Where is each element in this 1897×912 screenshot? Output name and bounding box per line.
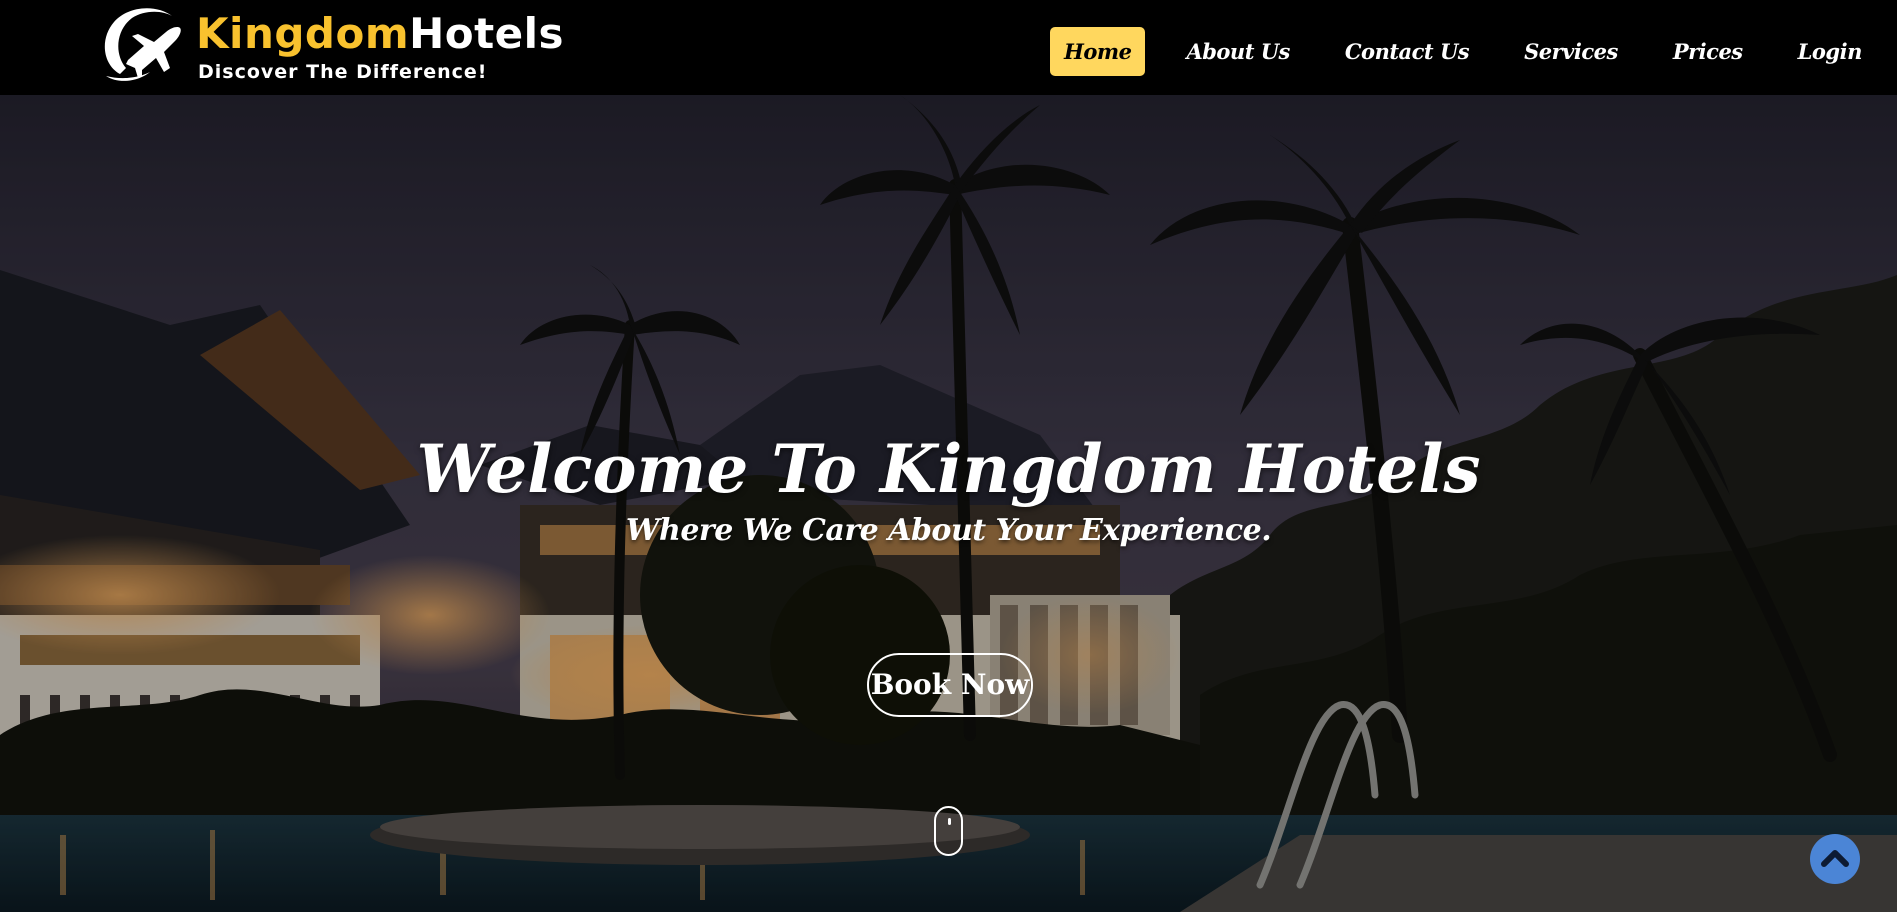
nav-contact-us[interactable]: Contact Us: [1331, 27, 1483, 76]
brand-logo[interactable]: KingdomHotels Discover The Difference!: [98, 2, 568, 86]
hero-subtitle: Where We Care About Your Experience.: [625, 513, 1272, 548]
mouse-scroll-icon[interactable]: [934, 806, 963, 856]
scroll-wheel: [948, 818, 951, 825]
brand-name-part1: Kingdom: [196, 9, 410, 58]
brand-name-part2: Hotels: [409, 9, 565, 58]
site-header: KingdomHotels Discover The Difference! H…: [0, 0, 1897, 95]
brand-name: KingdomHotels: [196, 12, 564, 56]
nav-prices[interactable]: Prices: [1659, 27, 1757, 76]
hero-title: Welcome To Kingdom Hotels: [416, 430, 1481, 509]
plane-logo-icon: [104, 8, 181, 81]
nav-login[interactable]: Login: [1784, 27, 1876, 76]
hero-section: Welcome To Kingdom Hotels Where We Care …: [0, 95, 1897, 912]
chevron-up-icon: [1821, 850, 1849, 867]
nav-home[interactable]: Home: [1050, 26, 1146, 76]
back-to-top-button[interactable]: [1810, 834, 1860, 884]
nav-about-us[interactable]: About Us: [1172, 27, 1303, 76]
book-now-button[interactable]: Book Now: [867, 653, 1033, 717]
nav-services[interactable]: Services: [1510, 27, 1632, 76]
main-nav: Home About Us Contact Us Services Prices…: [1050, 24, 1897, 78]
brand-tagline: Discover The Difference!: [198, 61, 488, 83]
